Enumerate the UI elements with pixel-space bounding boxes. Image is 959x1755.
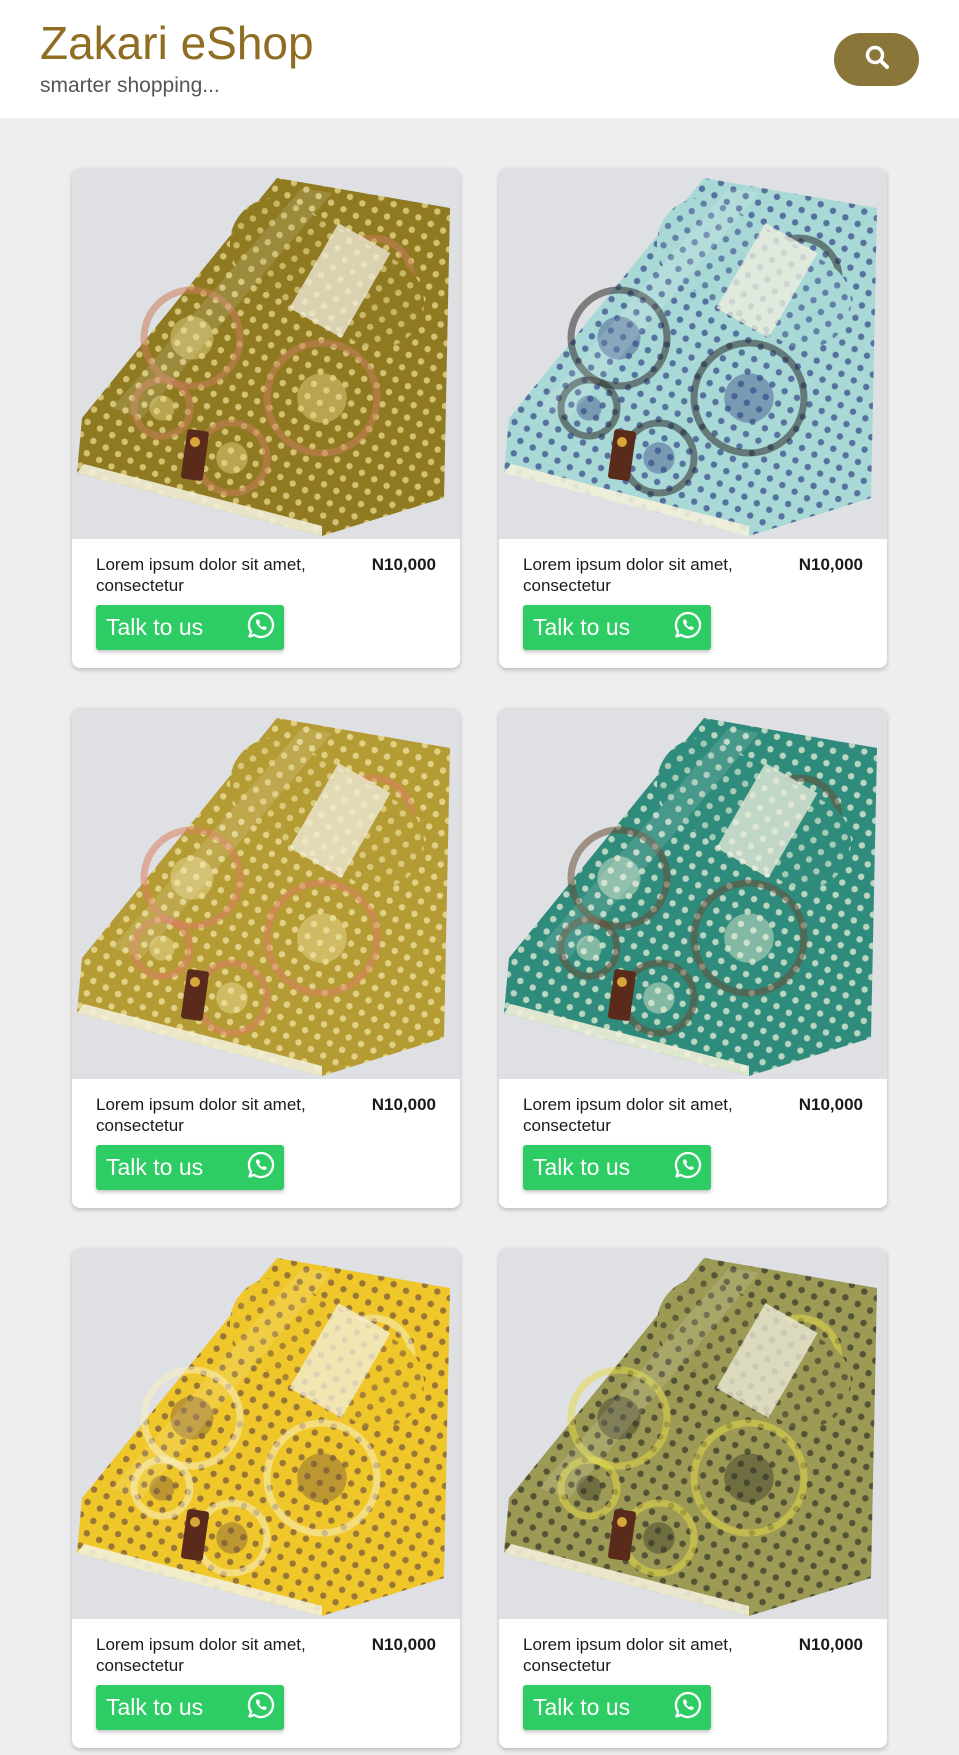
search-icon xyxy=(864,44,890,75)
product-card[interactable]: Lorem ipsum dolor sit amet, consectetur … xyxy=(499,708,887,1208)
talk-to-us-label: Talk to us xyxy=(106,1694,204,1720)
product-price: N10,000 xyxy=(371,1635,436,1654)
product-image[interactable] xyxy=(72,708,460,1079)
whatsapp-icon xyxy=(246,1150,276,1185)
product-title: Lorem ipsum dolor sit amet, consectetur xyxy=(96,1635,306,1675)
product-title: Lorem ipsum dolor sit amet, consectetur xyxy=(523,1095,733,1135)
talk-to-us-button[interactable]: Talk to us xyxy=(523,1145,711,1190)
talk-to-us-button[interactable]: Talk to us xyxy=(523,605,711,650)
product-price: N10,000 xyxy=(371,1095,436,1114)
search-button[interactable] xyxy=(834,33,919,86)
product-card[interactable]: Lorem ipsum dolor sit amet, consectetur … xyxy=(499,1248,887,1748)
whatsapp-icon xyxy=(673,1690,703,1725)
product-image[interactable] xyxy=(499,1248,887,1619)
talk-to-us-button[interactable]: Talk to us xyxy=(96,605,284,650)
product-price: N10,000 xyxy=(798,555,863,574)
site-header: Zakari eShop smarter shopping... xyxy=(0,0,959,118)
talk-to-us-label: Talk to us xyxy=(533,1694,631,1720)
talk-to-us-label: Talk to us xyxy=(533,614,631,640)
product-title: Lorem ipsum dolor sit amet, consectetur xyxy=(96,555,306,595)
product-image[interactable] xyxy=(499,168,887,539)
product-price: N10,000 xyxy=(371,555,436,574)
whatsapp-icon xyxy=(673,610,703,645)
whatsapp-icon xyxy=(246,610,276,645)
site-tagline: smarter shopping... xyxy=(40,74,220,97)
talk-to-us-label: Talk to us xyxy=(106,1154,204,1180)
site-title[interactable]: Zakari eShop xyxy=(40,20,314,66)
talk-to-us-label: Talk to us xyxy=(533,1154,631,1180)
product-card[interactable]: Lorem ipsum dolor sit amet, consectetur … xyxy=(72,1248,460,1748)
whatsapp-icon xyxy=(673,1150,703,1185)
product-price: N10,000 xyxy=(798,1095,863,1114)
product-title: Lorem ipsum dolor sit amet, consectetur xyxy=(523,1635,733,1675)
product-image[interactable] xyxy=(72,1248,460,1619)
product-image[interactable] xyxy=(72,168,460,539)
product-card[interactable]: Lorem ipsum dolor sit amet, consectetur … xyxy=(72,708,460,1208)
product-title: Lorem ipsum dolor sit amet, consectetur xyxy=(523,555,733,595)
product-title: Lorem ipsum dolor sit amet, consectetur xyxy=(96,1095,306,1135)
talk-to-us-label: Talk to us xyxy=(106,614,204,640)
product-image[interactable] xyxy=(499,708,887,1079)
talk-to-us-button[interactable]: Talk to us xyxy=(523,1685,711,1730)
talk-to-us-button[interactable]: Talk to us xyxy=(96,1685,284,1730)
product-card[interactable]: Lorem ipsum dolor sit amet, consectetur … xyxy=(499,168,887,668)
talk-to-us-button[interactable]: Talk to us xyxy=(96,1145,284,1190)
product-price: N10,000 xyxy=(798,1635,863,1654)
whatsapp-icon xyxy=(246,1690,276,1725)
product-card[interactable]: Lorem ipsum dolor sit amet, consectetur … xyxy=(72,168,460,668)
